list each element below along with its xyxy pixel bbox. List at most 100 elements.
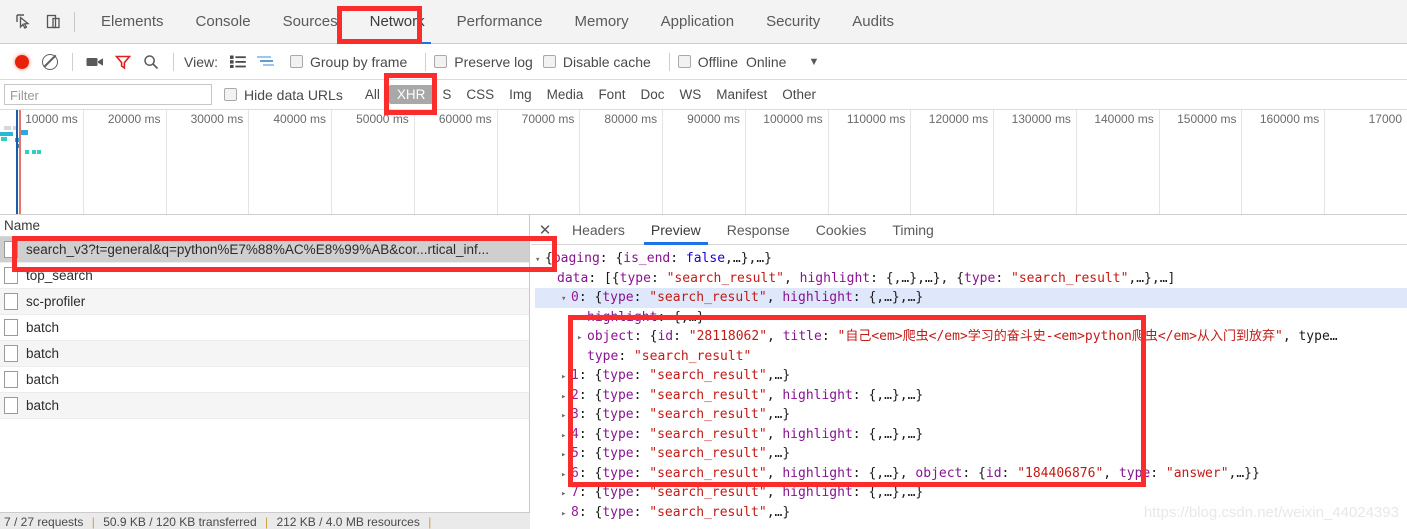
chevron-right-icon[interactable] [561, 407, 571, 427]
type-filter-manifest[interactable]: Manifest [710, 86, 773, 103]
json-line[interactable]: 2: {type: "search_result", highlight: {,… [535, 386, 1407, 406]
request-name: search_v3?t=general&q=python%E7%88%AC%E8… [26, 242, 490, 257]
detail-tab-response[interactable]: Response [714, 215, 803, 245]
json-line[interactable]: {paging: {is_end: false,…},…} [535, 249, 1407, 269]
panel-tabs: Elements Console Sources Network Performance… [85, 0, 910, 44]
json-line[interactable]: highlight: {,…} [535, 308, 1407, 328]
devtools-window: Elements Console Sources Network Performance… [0, 0, 1407, 529]
json-line[interactable]: 5: {type: "search_result",…} [535, 444, 1407, 464]
timeline-tick-label: 160000 ms [1259, 112, 1320, 126]
request-type-icon [4, 371, 18, 388]
throttling-select[interactable]: Online [746, 54, 786, 70]
detail-tab-cookies[interactable]: Cookies [803, 215, 880, 245]
type-filter-media[interactable]: Media [541, 86, 590, 103]
preview-json-view[interactable]: {paging: {is_end: false,…},…} data: [{typ… [531, 245, 1407, 522]
timeline-tick-label: 10000 ms [25, 112, 78, 126]
status-requests: 7 / 27 requests [4, 515, 84, 529]
list-view-icon[interactable] [224, 49, 252, 75]
json-line[interactable]: type: "search_result" [535, 347, 1407, 367]
watermark-text: https://blog.csdn.net/weixin_44024393 [1143, 504, 1399, 521]
chevron-down-icon[interactable] [535, 251, 545, 271]
json-line[interactable]: 0: {type: "search_result", highlight: {,… [535, 288, 1407, 308]
tab-audits[interactable]: Audits [836, 0, 910, 44]
table-row[interactable]: batch [0, 393, 529, 419]
tabbar-icon-group [0, 7, 85, 37]
tab-sources[interactable]: Sources [267, 0, 354, 44]
detail-tab-preview[interactable]: Preview [638, 215, 714, 245]
chevron-right-icon[interactable] [561, 485, 571, 505]
overview-bar [4, 126, 11, 130]
tab-performance[interactable]: Performance [441, 0, 559, 44]
offline-checkbox[interactable]: Offline [677, 54, 738, 70]
status-divider: | [428, 515, 432, 529]
tab-security[interactable]: Security [750, 0, 836, 44]
screenshot-camera-icon[interactable] [81, 49, 109, 75]
request-type-icon [4, 293, 18, 310]
type-filter-doc[interactable]: Doc [634, 86, 670, 103]
clear-icon[interactable] [36, 49, 64, 75]
checkbox-box [542, 55, 556, 68]
waterfall-view-icon[interactable] [252, 49, 280, 75]
close-icon[interactable]: ✕ [531, 221, 559, 239]
filter-funnel-icon[interactable] [109, 49, 137, 75]
tab-network[interactable]: Network [354, 0, 441, 44]
requests-column-header[interactable]: Name [0, 215, 529, 237]
json-line[interactable]: 6: {type: "search_result", highlight: {,… [535, 464, 1407, 484]
type-filter-ws[interactable]: WS [673, 86, 707, 103]
network-overview-timeline[interactable]: 10000 ms 20000 ms 30000 ms 40000 ms 50000 ms… [0, 110, 1407, 215]
table-row[interactable]: sc-profiler [0, 289, 529, 315]
json-line[interactable]: 3: {type: "search_result",…} [535, 405, 1407, 425]
chevron-down-icon[interactable] [561, 290, 571, 310]
json-line[interactable]: 1: {type: "search_result",…} [535, 366, 1407, 386]
chevron-right-icon[interactable] [561, 368, 571, 388]
table-row[interactable]: batch [0, 341, 529, 367]
timeline-tick-label: 100000 ms [763, 112, 823, 126]
json-line-text: 1: {type: "search_result",…} [571, 368, 791, 383]
filter-input[interactable]: Filter [4, 84, 212, 105]
inspect-element-icon[interactable] [8, 7, 38, 37]
type-filter-xhr[interactable]: XHR [388, 85, 434, 104]
toggle-device-toolbar-icon[interactable] [38, 7, 68, 37]
table-row[interactable]: batch [0, 367, 529, 393]
chevron-right-icon[interactable] [561, 505, 571, 525]
json-line-text: 4: {type: "search_result", highlight: {,… [571, 426, 924, 442]
type-filter-s[interactable]: S [436, 86, 457, 103]
chevron-right-icon[interactable] [561, 446, 571, 466]
request-name: top_search [26, 268, 93, 283]
json-line[interactable]: object: {id: "28118062", title: "自己<em>爬… [535, 327, 1407, 347]
json-line[interactable]: data: [{type: "search_result", highlight… [535, 269, 1407, 289]
chevron-right-icon[interactable] [577, 329, 587, 349]
checkbox-box [677, 55, 691, 68]
record-icon[interactable] [8, 49, 36, 75]
table-row[interactable]: search_v3?t=general&q=python%E7%88%AC%E8… [0, 237, 529, 263]
table-row[interactable]: batch [0, 315, 529, 341]
hide-data-urls-checkbox[interactable]: Hide data URLs [224, 87, 343, 103]
type-filter-font[interactable]: Font [592, 86, 631, 103]
json-line-text: 0: {type: "search_result", highlight: {,… [571, 290, 924, 305]
json-line[interactable]: 7: {type: "search_result", highlight: {,… [535, 483, 1407, 503]
checkbox-box [224, 88, 237, 101]
chevron-down-icon[interactable]: ▼ [808, 56, 819, 68]
status-transferred: 50.9 KB / 120 KB transferred [103, 515, 257, 529]
group-by-frame-checkbox[interactable]: Group by frame [289, 54, 407, 70]
detail-tab-headers[interactable]: Headers [559, 215, 638, 245]
tab-application[interactable]: Application [645, 0, 750, 44]
search-icon[interactable] [137, 49, 165, 75]
hide-data-urls-label: Hide data URLs [244, 86, 343, 103]
type-filter-all[interactable]: All [359, 86, 386, 103]
tab-memory[interactable]: Memory [559, 0, 645, 44]
type-filter-img[interactable]: Img [503, 86, 538, 103]
tab-elements[interactable]: Elements [85, 0, 180, 44]
type-filter-css[interactable]: CSS [460, 86, 500, 103]
overview-bar [0, 132, 13, 136]
table-row[interactable]: top_search [0, 263, 529, 289]
detail-tab-timing[interactable]: Timing [879, 215, 947, 245]
json-line[interactable]: 4: {type: "search_result", highlight: {,… [535, 425, 1407, 445]
json-line-text: object: {id: "28118062", title: "自己<em>爬… [587, 329, 1338, 344]
tab-label: Elements [101, 12, 164, 30]
type-filter-other[interactable]: Other [776, 86, 822, 103]
tab-console[interactable]: Console [180, 0, 267, 44]
preserve-log-checkbox[interactable]: Preserve log [434, 54, 533, 70]
disable-cache-checkbox[interactable]: Disable cache [542, 54, 651, 70]
timeline-tick-label: 90000 ms [687, 112, 740, 126]
